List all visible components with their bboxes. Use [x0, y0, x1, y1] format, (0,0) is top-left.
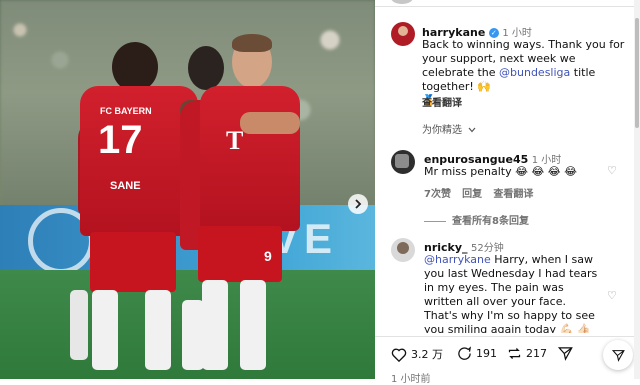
player-name: SANE: [110, 180, 141, 192]
post-details-pane: harrykane ✓ 1 小时 Back to winning ways. T…: [375, 0, 640, 385]
comment2-text: @harrykane Harry, when I saw you last We…: [424, 253, 598, 333]
verified-badge-icon: ✓: [488, 28, 499, 38]
share-action[interactable]: [558, 346, 573, 361]
comment1-avatar[interactable]: [391, 150, 415, 174]
comment-bubble-icon: [458, 346, 472, 360]
scrollbar-thumb[interactable]: [635, 18, 639, 128]
caption-translate-link[interactable]: 查看翻译: [422, 94, 462, 109]
comment2-avatar[interactable]: [391, 238, 415, 262]
selected-for-you[interactable]: 为你精选: [422, 121, 476, 136]
club-sponsor-logo: T: [226, 126, 244, 155]
author-avatar[interactable]: [391, 22, 415, 46]
comment1-translate[interactable]: 查看翻译: [493, 189, 533, 200]
chevron-down-icon: [468, 127, 476, 133]
shirt-number-17: 17: [98, 118, 143, 162]
comment1-text: Mr miss penalty 😂 😂 😂 😂: [424, 165, 577, 178]
post-footer-time: 1 小时前: [391, 374, 431, 385]
reposts-count: 217: [526, 347, 547, 360]
mention-harrykane[interactable]: @harrykane: [424, 253, 491, 266]
comment-action[interactable]: 191: [457, 346, 497, 361]
header-avatar[interactable]: [391, 0, 413, 4]
next-photo-button[interactable]: [348, 194, 368, 214]
comment1-like-icon[interactable]: ♡: [607, 164, 617, 177]
repost-icon: [508, 348, 521, 359]
paper-plane-icon: [611, 349, 625, 362]
direct-message-button[interactable]: [603, 340, 633, 370]
caption-header: harrykane ✓ 1 小时: [422, 24, 532, 39]
chevron-right-icon: [355, 199, 362, 209]
repost-action[interactable]: 217: [507, 346, 547, 361]
post-photo[interactable]: VE FC BAYERN 17 SANE T 9: [0, 0, 375, 379]
comment2-like-icon[interactable]: ♡: [607, 289, 617, 302]
comments-count: 191: [476, 347, 497, 360]
comment1-likes[interactable]: 7次赞: [424, 189, 451, 200]
team-name: FC BAYERN: [100, 106, 152, 116]
heart-icon: [391, 348, 407, 362]
send-icon: [558, 347, 573, 361]
post-viewer: VE FC BAYERN 17 SANE T 9 harrykane ✓ 1 小…: [0, 0, 640, 385]
mention-bundesliga[interactable]: @bundesliga: [499, 66, 570, 79]
view-replies[interactable]: 查看所有8条回复: [424, 212, 529, 227]
comment1-reply-button[interactable]: 回复: [462, 189, 482, 200]
comment1-meta: 7次赞 回复 查看翻译: [424, 185, 533, 200]
like-action[interactable]: 3.2 万: [391, 346, 443, 362]
comment2-header: nricky_ 52分钟: [424, 239, 504, 254]
shorts-number-9: 9: [264, 248, 272, 264]
comment1-header: enpurosangue45 1 小时: [424, 151, 561, 166]
likes-count: 3.2 万: [411, 348, 443, 361]
